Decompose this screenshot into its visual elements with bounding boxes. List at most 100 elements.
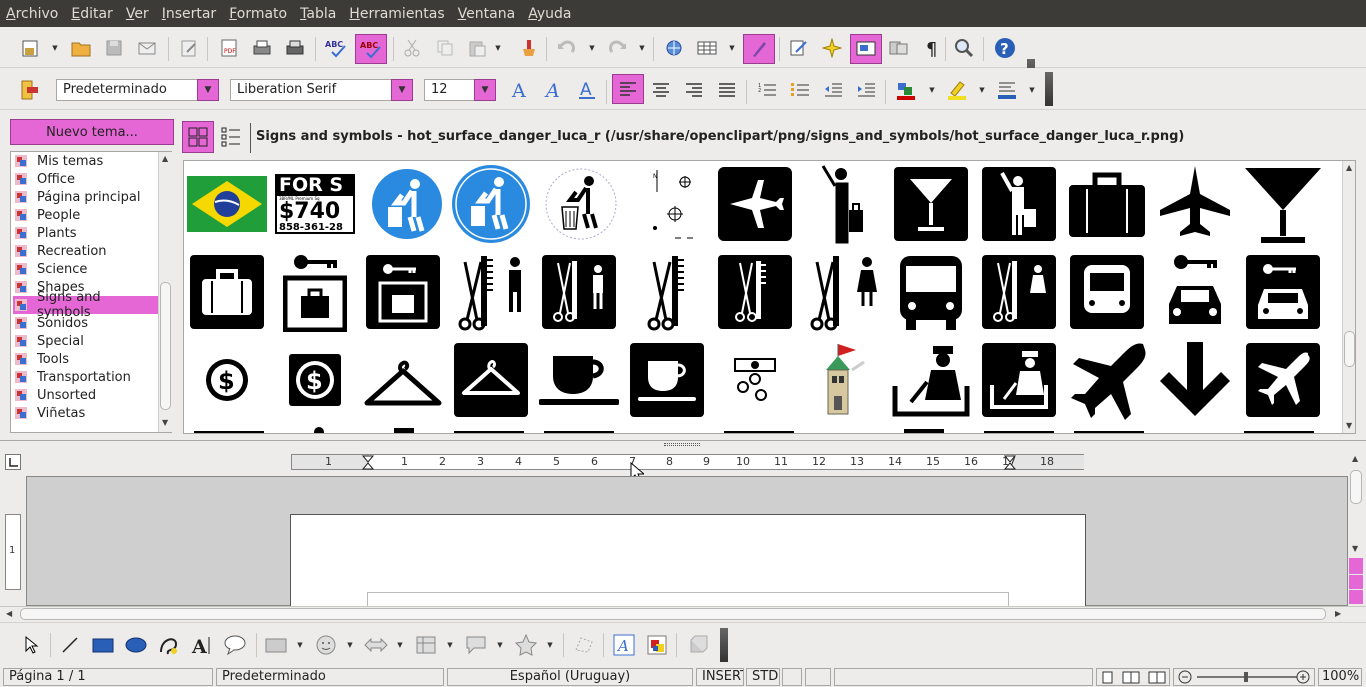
single-page-view-icon[interactable] [1102, 671, 1113, 684]
basic-shapes-icon[interactable] [262, 631, 290, 659]
gallery-item-traveler-sign[interactable] [978, 163, 1060, 245]
save-icon[interactable] [100, 34, 128, 62]
gallery-item-baggage-sign[interactable] [186, 251, 268, 333]
callouts-icon[interactable] [462, 631, 490, 659]
font-color-icon[interactable] [892, 76, 920, 104]
next-page-icon[interactable] [1349, 590, 1363, 604]
flowcharts-dropdown[interactable]: ▼ [446, 631, 454, 659]
gallery-item-bus-sign[interactable] [1066, 251, 1148, 333]
callouts-dropdown[interactable]: ▼ [496, 631, 504, 659]
align-right-icon[interactable] [680, 76, 708, 104]
rectangle-icon[interactable] [89, 631, 117, 659]
theme-item-pagina-principal[interactable]: Página principal [13, 188, 158, 206]
selection-mode[interactable]: STD [746, 668, 780, 686]
scroll-down-icon[interactable]: ▼ [162, 418, 168, 427]
print-direct-icon[interactable] [281, 34, 309, 62]
bold-icon[interactable]: A [506, 76, 534, 104]
left-indent-icon[interactable] [362, 455, 374, 470]
numbering-icon[interactable]: 12 [753, 76, 781, 104]
email-icon[interactable] [133, 34, 161, 62]
insert-image-icon[interactable] [643, 631, 671, 659]
italic-icon[interactable]: A [539, 76, 567, 104]
gallery-item-cashier-sign[interactable]: $ [274, 339, 356, 421]
scroll-thumb[interactable] [160, 282, 171, 410]
symbol-shapes-icon[interactable] [312, 631, 340, 659]
zoom-slider[interactable] [1173, 668, 1315, 686]
gallery-item-airport-sign[interactable] [714, 163, 796, 245]
find-replace-icon[interactable] [785, 34, 813, 62]
navigation-icon[interactable] [1349, 575, 1363, 589]
toolbar-grip[interactable] [1045, 72, 1053, 106]
background-color-dropdown[interactable]: ▼ [1028, 76, 1036, 104]
page-style[interactable]: Predeterminado [216, 668, 444, 686]
scroll-thumb[interactable] [1350, 470, 1362, 504]
gallery-item-customs[interactable] [890, 339, 972, 421]
horizontal-ruler[interactable]: 1 1 2 3 4 5 6 7 8 9 10 11 12 13 14 15 16… [291, 454, 1084, 470]
page-indicator[interactable]: Página 1 / 1 [3, 668, 213, 686]
table-dropdown[interactable]: ▼ [728, 34, 736, 62]
export-pdf-icon[interactable]: PDF [215, 34, 243, 62]
theme-item-mis-temas[interactable]: Mis temas [13, 152, 158, 170]
theme-item-transportation[interactable]: Transportation [13, 368, 158, 386]
autospellcheck-icon[interactable]: ABC [355, 34, 387, 64]
gallery-item-barber-men-sign[interactable] [538, 251, 620, 333]
theme-item-special[interactable]: Special [13, 332, 158, 350]
hyperlink-icon[interactable] [660, 34, 688, 62]
document-page[interactable] [290, 514, 1086, 622]
scroll-right-icon[interactable]: ▶ [1335, 609, 1341, 618]
gallery-item-tower[interactable] [802, 339, 884, 421]
undo-icon[interactable] [552, 34, 580, 62]
font-color-dropdown[interactable]: ▼ [928, 76, 936, 104]
theme-item-recreation[interactable]: Recreation [13, 242, 158, 260]
print-icon[interactable] [248, 34, 276, 62]
toolbar-grip[interactable] [720, 628, 728, 662]
chevron-down-icon[interactable]: ▼ [197, 79, 219, 101]
gallery-item-barber-men[interactable] [450, 251, 532, 333]
scroll-up-icon[interactable]: ▲ [1346, 163, 1352, 172]
gallery-item-recycle-bin-blue[interactable] [366, 163, 448, 245]
zoom-level[interactable]: 100% [1318, 668, 1362, 686]
ellipse-icon[interactable] [122, 631, 150, 659]
gallery-item-compass-symbols[interactable]: N [628, 163, 710, 245]
data-sources-icon[interactable] [884, 34, 912, 62]
menu-archivo[interactable]: Archivo [6, 6, 58, 22]
paste-icon[interactable] [463, 34, 491, 62]
stars-dropdown[interactable]: ▼ [546, 631, 554, 659]
menu-formato[interactable]: Formato [229, 6, 287, 22]
scroll-thumb[interactable] [1344, 331, 1355, 367]
basic-shapes-dropdown[interactable]: ▼ [296, 631, 304, 659]
tab-type-button[interactable] [5, 454, 21, 470]
gallery-item-cashier[interactable]: $ [186, 339, 268, 421]
theme-item-people[interactable]: People [13, 206, 158, 224]
highlighting-dropdown[interactable]: ▼ [978, 76, 986, 104]
theme-item-plants[interactable]: Plants [13, 224, 158, 242]
spellcheck-icon[interactable]: ABC [322, 34, 350, 62]
gallery-item-barber-women[interactable] [802, 251, 884, 333]
callout-icon[interactable] [221, 631, 249, 659]
menu-ver[interactable]: Ver [126, 6, 149, 22]
chevron-down-icon[interactable]: ▼ [391, 79, 413, 101]
justify-icon[interactable] [713, 76, 741, 104]
redo-dropdown[interactable]: ▼ [638, 34, 646, 62]
detailed-view-button[interactable] [217, 122, 245, 150]
decrease-indent-icon[interactable] [819, 76, 847, 104]
block-arrows-dropdown[interactable]: ▼ [396, 631, 404, 659]
right-indent-icon[interactable] [1004, 455, 1016, 470]
font-size-select[interactable]: 12 ▼ [424, 79, 496, 101]
multi-page-view-icon[interactable] [1122, 671, 1132, 684]
gallery-item-coat-check[interactable] [362, 339, 444, 421]
menu-ayuda[interactable]: Ayuda [528, 6, 571, 22]
gallery-item-baggage[interactable] [1066, 163, 1148, 245]
gallery-item-bar-sign[interactable] [890, 163, 972, 245]
clone-formatting-icon[interactable] [514, 34, 542, 62]
symbol-shapes-dropdown[interactable]: ▼ [346, 631, 354, 659]
flowcharts-icon[interactable] [412, 631, 440, 659]
scroll-up-icon[interactable]: ▲ [162, 154, 168, 163]
background-color-icon[interactable] [993, 76, 1021, 104]
theme-item-vinetas[interactable]: Viñetas [13, 404, 158, 422]
open-folder-icon[interactable] [67, 34, 95, 62]
scroll-down-icon[interactable]: ▼ [1352, 544, 1358, 553]
vertical-ruler[interactable]: 1 [5, 514, 21, 590]
menu-herramientas[interactable]: Herramientas [349, 6, 444, 22]
gallery-item-coffee-shop[interactable] [538, 339, 620, 421]
